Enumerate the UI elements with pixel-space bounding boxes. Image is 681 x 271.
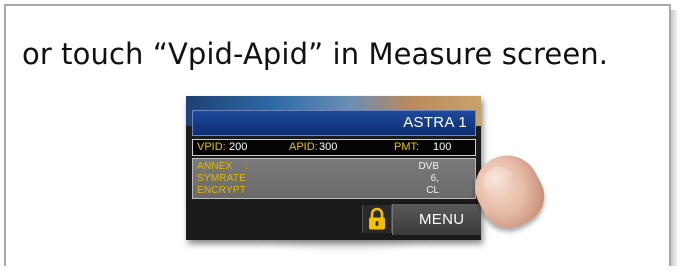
- apid-value: 300: [319, 141, 338, 153]
- annex-label: ANNEX: [197, 161, 233, 172]
- vpid-apid-row[interactable]: VPID: 200 APID: 300 PMT: 100: [192, 139, 476, 156]
- vpid-value: 200: [229, 141, 248, 153]
- lock-button[interactable]: [362, 205, 392, 233]
- frame-shadow: [671, 10, 677, 266]
- satellite-name: ASTRA 1: [403, 114, 467, 131]
- symrate-value: 6,: [430, 173, 439, 184]
- pmt-label: PMT:: [394, 141, 420, 153]
- signal-info-box: ANNEX : DVB SYMRATE 6, ENCRYPT CL: [192, 158, 476, 199]
- menu-button[interactable]: MENU: [392, 204, 481, 235]
- fingernail: [478, 161, 517, 199]
- encrypt-value: CL: [426, 185, 439, 196]
- satellite-bar[interactable]: ASTRA 1: [192, 110, 476, 136]
- apid-label: APID:: [289, 141, 318, 153]
- bottom-bar: MENU: [186, 202, 481, 240]
- instruction-caption: or touch “Vpid-Apid” in Measure screen.: [22, 37, 609, 71]
- annex-value: DVB: [418, 161, 439, 172]
- page: or touch “Vpid-Apid” in Measure screen. …: [0, 0, 681, 271]
- annex-colon: :: [245, 161, 248, 172]
- device-screen: ASTRA 1 VPID: 200 APID: 300 PMT: 100 ANN…: [186, 96, 481, 240]
- vpid-label: VPID:: [197, 141, 226, 153]
- padlock-icon: [369, 207, 385, 230]
- encrypt-label: ENCRYPT: [197, 185, 247, 196]
- menu-label: MENU: [419, 211, 465, 228]
- pmt-value: 100: [433, 141, 452, 153]
- symrate-label: SYMRATE: [197, 173, 246, 184]
